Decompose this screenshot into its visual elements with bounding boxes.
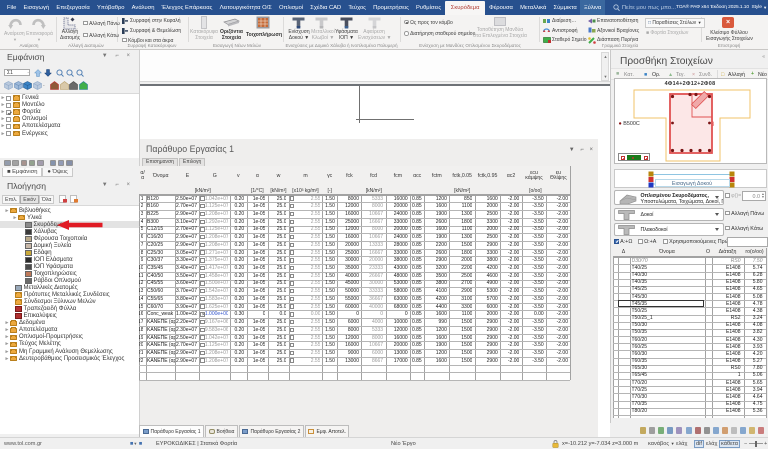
svg-text:3: 3 xyxy=(711,122,715,128)
